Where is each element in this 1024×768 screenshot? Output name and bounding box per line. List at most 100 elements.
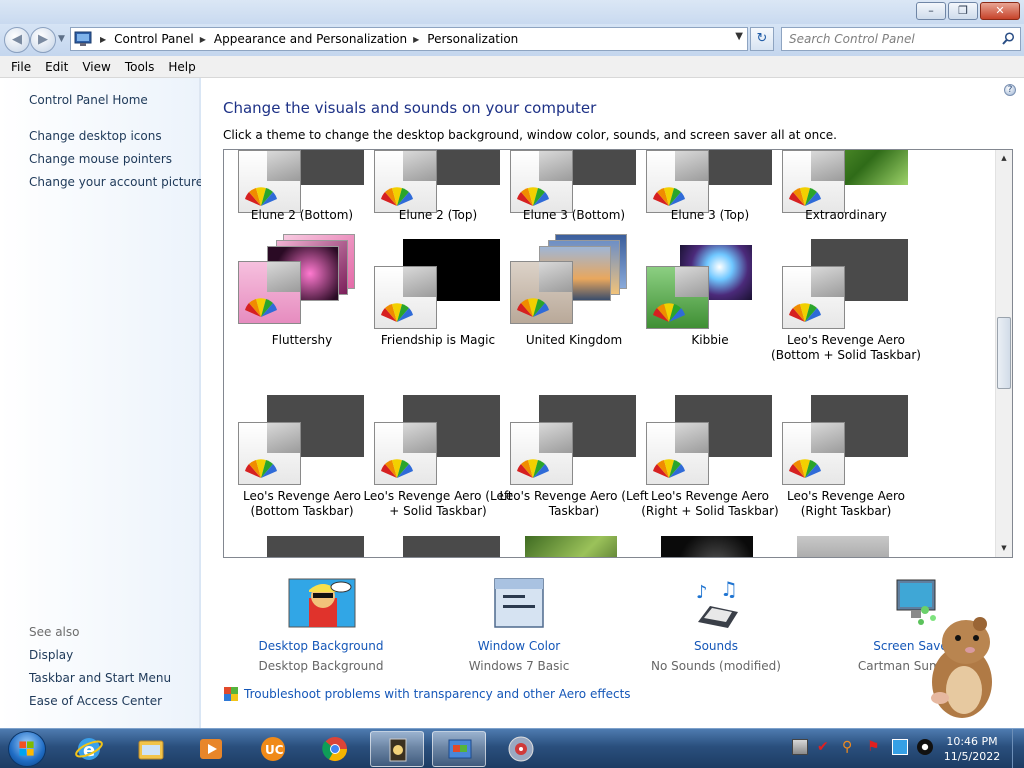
breadcrumb-control-panel[interactable]: Control Panel (114, 32, 194, 46)
color-fan-icon (381, 187, 413, 206)
search-icon[interactable] (1002, 32, 1015, 45)
theme-thumbnail (374, 395, 500, 485)
taskbar: e UC ✔ ⚲ ⚑ 10:46 PM 11/5/2022 (0, 728, 1024, 768)
color-fan-icon (517, 187, 549, 206)
window-title-bar: – ❐ ✕ (0, 0, 1024, 24)
minimize-button[interactable]: – (916, 2, 946, 20)
window-color-setting[interactable]: Window Color Windows 7 Basic (419, 578, 619, 673)
recent-pages-chevron-icon[interactable]: ▼ (58, 34, 65, 44)
disc-icon (508, 736, 534, 762)
start-button[interactable] (8, 731, 46, 767)
tray-display-icon[interactable] (892, 739, 908, 755)
vertical-scrollbar[interactable]: ▲ ▼ (995, 150, 1012, 557)
theme-name: Elune 3 (Top) (670, 208, 750, 222)
theme-name: Leo's Revenge Aero (Left Taskbar) (499, 489, 649, 518)
tray-check-icon[interactable]: ✔ (817, 739, 833, 755)
menu-help[interactable]: Help (161, 60, 202, 74)
show-desktop-button[interactable] (1012, 729, 1024, 768)
theme-thumbnail (374, 150, 500, 213)
theme-name: Leo's Revenge Aero (Bottom + Solid Taskb… (771, 333, 921, 362)
window-color-link[interactable]: Window Color (419, 639, 619, 653)
restore-button[interactable]: ❐ (948, 2, 978, 20)
troubleshoot-label[interactable]: Troubleshoot problems with transparency … (244, 687, 631, 701)
color-fan-icon (789, 187, 821, 206)
refresh-button[interactable]: ↻ (750, 27, 774, 51)
scroll-down-arrow-icon[interactable]: ▼ (996, 540, 1012, 557)
taskbar-clock[interactable]: 10:46 PM 11/5/2022 (932, 734, 1012, 764)
folder-icon (138, 740, 164, 760)
sounds-value: No Sounds (modified) (651, 659, 781, 673)
troubleshoot-aero-link[interactable]: Troubleshoot problems with transparency … (223, 686, 631, 702)
taskbar-chrome[interactable] (308, 731, 362, 767)
taskbar-internet-explorer[interactable]: e (62, 731, 116, 767)
task-pane: Control Panel Home Change desktop icons … (0, 78, 203, 728)
theme-thumbnail (782, 239, 908, 329)
chrome-icon (322, 737, 347, 762)
taskbar-uc-browser[interactable]: UC (246, 731, 300, 767)
clock-time: 10:46 PM (946, 735, 998, 748)
color-fan-icon (245, 187, 277, 206)
color-fan-icon (245, 298, 277, 317)
theme-name: Leo's Revenge Aero (Right Taskbar) (786, 489, 906, 518)
help-icon[interactable]: ? (1004, 84, 1016, 96)
address-dropdown-icon[interactable]: ▼ (735, 31, 743, 42)
tray-search-icon[interactable]: ⚲ (842, 739, 858, 755)
app-tile-icon (389, 738, 407, 762)
menu-view[interactable]: View (75, 60, 117, 74)
address-bar[interactable]: ▶ Control Panel ▶ Appearance and Persona… (70, 27, 748, 51)
back-button[interactable]: ◀ (4, 27, 30, 53)
theme-name: Elune 2 (Bottom) (250, 208, 354, 222)
sounds-icon: ♪ ♫ (696, 577, 738, 628)
breadcrumb-separator-icon[interactable]: ▶ (100, 35, 106, 44)
color-fan-icon (653, 459, 685, 478)
window-color-icon (494, 578, 544, 628)
svg-text:♫: ♫ (720, 578, 738, 601)
theme-name: Extraordinary (805, 208, 887, 222)
breadcrumb-separator-icon[interactable]: ▶ (200, 35, 206, 44)
svg-text:UC: UC (265, 743, 284, 757)
theme-thumbnail (646, 150, 772, 213)
taskbar-media-player[interactable] (184, 731, 238, 767)
breadcrumb-personalization[interactable]: Personalization (427, 32, 518, 46)
hamster-character-icon (931, 617, 992, 718)
menu-tools[interactable]: Tools (118, 60, 162, 74)
sounds-setting[interactable]: ♪ ♫ Sounds No Sounds (modified) (616, 577, 816, 673)
sounds-link[interactable]: Sounds (616, 639, 816, 653)
change-mouse-pointers-link[interactable]: Change mouse pointers (29, 152, 172, 166)
page-title: Change the visuals and sounds on your co… (223, 99, 597, 117)
scrollbar-thumb[interactable] (997, 317, 1011, 389)
change-account-picture-link[interactable]: Change your account picture (29, 175, 203, 189)
breadcrumb-separator-icon[interactable]: ▶ (413, 35, 419, 44)
search-box[interactable] (781, 27, 1021, 51)
change-desktop-icons-link[interactable]: Change desktop icons (29, 129, 162, 143)
color-fan-icon (789, 459, 821, 478)
troubleshoot-icon (224, 687, 238, 701)
theme-thumbnail (510, 150, 636, 213)
taskbar-explorer[interactable] (124, 731, 178, 767)
menu-edit[interactable]: Edit (38, 60, 75, 74)
taskbar-app-blocks[interactable] (370, 731, 424, 767)
scroll-up-arrow-icon[interactable]: ▲ (996, 150, 1012, 167)
personalization-icon (448, 739, 472, 759)
taskbar-control-panel[interactable] (432, 731, 486, 767)
tray-flag-icon[interactable]: ⚑ (867, 739, 883, 755)
taskbar-disc-app[interactable] (494, 731, 548, 767)
menu-file[interactable]: File (4, 60, 38, 74)
main-content: ? Change the visuals and sounds on your … (201, 78, 1024, 728)
theme-thumbnail (510, 395, 636, 485)
display-link[interactable]: Display (29, 648, 73, 662)
search-input[interactable] (782, 28, 992, 50)
taskbar-start-menu-link[interactable]: Taskbar and Start Menu (29, 671, 171, 685)
control-panel-icon (74, 31, 92, 46)
forward-button[interactable]: ▶ (30, 27, 56, 53)
tray-network-icon[interactable] (792, 739, 808, 755)
control-panel-home-link[interactable]: Control Panel Home (29, 93, 148, 107)
desktop-background-setting[interactable]: Desktop Background Desktop Background (221, 578, 421, 673)
desktop-background-link[interactable]: Desktop Background (221, 639, 421, 653)
theme-thumbnail (238, 395, 364, 485)
color-fan-icon (381, 303, 413, 322)
breadcrumb-appearance[interactable]: Appearance and Personalization (214, 32, 407, 46)
tray-volume-icon[interactable] (917, 739, 933, 755)
ease-of-access-link[interactable]: Ease of Access Center (29, 694, 162, 708)
close-button[interactable]: ✕ (980, 2, 1020, 20)
